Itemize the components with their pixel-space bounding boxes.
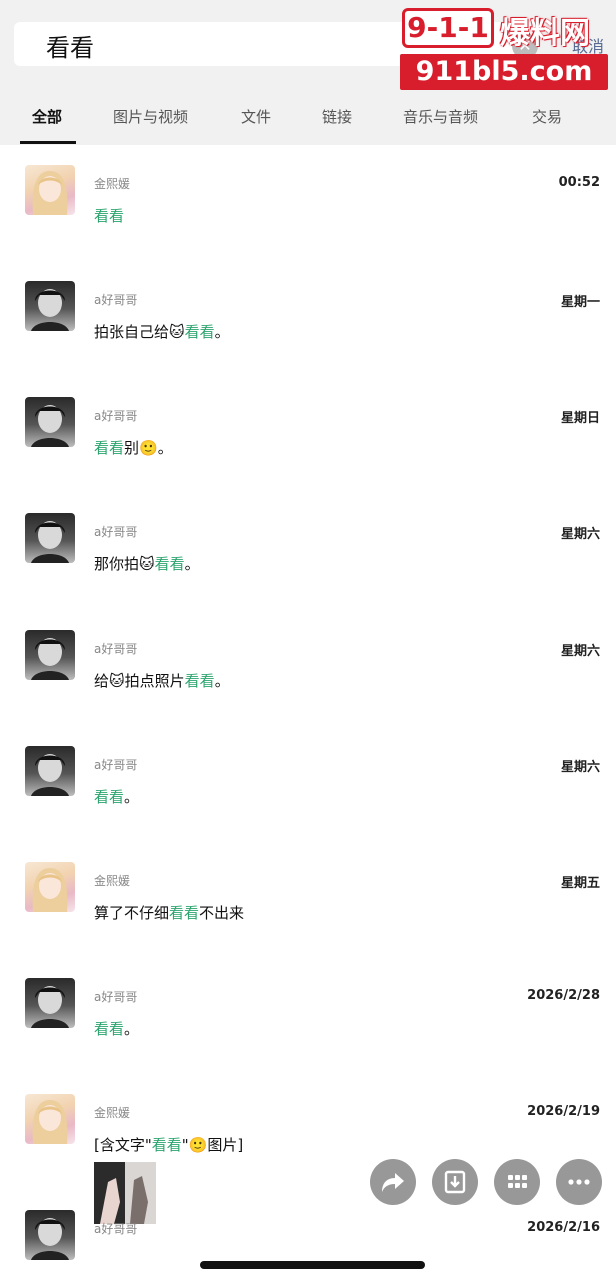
sender-name: a好哥哥	[94, 1222, 138, 1236]
share-button[interactable]	[370, 1159, 416, 1205]
search-result-row[interactable]: 金熙媛 00:52 看看	[0, 145, 616, 261]
filter-tabs: 全部 图片与视频 文件 链接 音乐与音频 交易	[0, 96, 616, 144]
message-text: 拍点照片	[124, 672, 185, 690]
search-result-row[interactable]: a好哥哥 星期六那你拍🐱看看。	[0, 493, 616, 609]
message-time: 星期六	[560, 760, 600, 775]
grid-icon	[508, 1175, 527, 1188]
message-snippet: [含文字"看看"🙂图片]	[94, 1134, 243, 1155]
watermark-tag: 9-1-1	[402, 8, 494, 48]
keyword-highlight: 看看	[94, 1020, 125, 1038]
sender-name: 金熙媛	[94, 1106, 131, 1120]
keyword-highlight: 看看	[94, 439, 125, 457]
search-result-row[interactable]: 金熙媛 星期五算了不仔细看看不出来	[0, 842, 616, 958]
save-icon	[444, 1170, 466, 1194]
avatar[interactable]	[25, 281, 75, 331]
sender-name: 金熙媛	[94, 874, 131, 888]
message-text: 图片]	[207, 1136, 244, 1154]
search-result-row[interactable]: a好哥哥 星期六给🐱拍点照片看看。	[0, 610, 616, 726]
tab-files[interactable]: 文件	[241, 106, 271, 127]
keyword-highlight: 看看	[154, 555, 185, 573]
save-button[interactable]	[432, 1159, 478, 1205]
message-text: 。	[214, 672, 230, 690]
message-time: 00:52	[558, 175, 600, 190]
watermark-logo: 9-1-1 爆料网 911bl5.com	[396, 6, 612, 90]
avatar[interactable]	[25, 862, 75, 912]
message-text: 算了不仔细	[94, 904, 170, 922]
message-text: 给	[94, 672, 110, 690]
sender-name: a好哥哥	[94, 642, 138, 656]
message-text: 。	[157, 439, 173, 457]
keyword-highlight: 看看	[151, 1136, 182, 1154]
message-text: 。	[184, 555, 200, 573]
message-snippet: 看看	[94, 205, 124, 226]
keyword-highlight: 看看	[94, 788, 125, 806]
avatar[interactable]	[25, 978, 75, 1028]
message-text: 拍张自己给	[94, 323, 170, 341]
avatar[interactable]	[25, 165, 75, 215]
message-snippet: 拍张自己给🐱看看。	[94, 321, 230, 342]
message-snippet: 看看别🙂。	[94, 437, 173, 458]
keyword-highlight: 看看	[169, 904, 200, 922]
tab-transactions[interactable]: 交易	[532, 106, 562, 127]
message-snippet: 算了不仔细看看不出来	[94, 902, 244, 923]
sender-name: a好哥哥	[94, 525, 138, 539]
avatar[interactable]	[25, 1210, 75, 1260]
message-snippet: 看看。	[94, 786, 139, 807]
keyword-highlight: 看看	[184, 672, 215, 690]
avatar[interactable]	[25, 746, 75, 796]
search-result-row[interactable]: a好哥哥 星期一拍张自己给🐱看看。	[0, 261, 616, 377]
search-query[interactable]: 看看	[46, 28, 94, 63]
search-result-row[interactable]: a好哥哥 星期六看看。	[0, 726, 616, 842]
share-icon	[382, 1173, 404, 1192]
message-text: 别	[124, 439, 140, 457]
tab-links[interactable]: 链接	[322, 106, 352, 127]
message-time: 2026/2/28	[527, 988, 600, 1003]
message-snippet: 那你拍🐱看看。	[94, 553, 200, 574]
emoji-icon: 🙂	[188, 1136, 208, 1154]
keyword-highlight: 看看	[184, 323, 215, 341]
sender-name: a好哥哥	[94, 409, 138, 423]
keyword-highlight: 看看	[94, 207, 125, 225]
search-result-row[interactable]: a好哥哥 2026/2/28 看看。	[0, 958, 616, 1074]
sender-name: a好哥哥	[94, 293, 138, 307]
home-indicator	[200, 1261, 425, 1269]
message-time: 星期六	[560, 527, 600, 542]
message-text: 。	[124, 1020, 140, 1038]
emoji-icon: 🐱	[109, 672, 125, 690]
message-time: 星期五	[560, 876, 600, 891]
message-time: 星期一	[560, 295, 600, 310]
more-icon	[568, 1179, 590, 1185]
message-time: 星期日	[560, 411, 600, 426]
watermark-name: 爆料网	[500, 16, 590, 51]
emoji-icon: 🐱	[169, 323, 185, 341]
sender-name: 金熙媛	[94, 177, 131, 191]
message-time: 2026/2/16	[527, 1220, 600, 1235]
active-tab-indicator	[20, 141, 76, 144]
more-button[interactable]	[556, 1159, 602, 1205]
tab-all[interactable]: 全部	[32, 106, 62, 127]
avatar[interactable]	[25, 513, 75, 563]
avatar[interactable]	[25, 397, 75, 447]
message-text: 那你拍	[94, 555, 140, 573]
message-text: 。	[214, 323, 230, 341]
message-text: 。	[124, 788, 140, 806]
emoji-icon: 🐱	[139, 555, 155, 573]
avatar[interactable]	[25, 1094, 75, 1144]
sender-name: a好哥哥	[94, 758, 138, 772]
emoji-icon: 🙂	[139, 439, 158, 457]
message-snippet: 看看。	[94, 1018, 139, 1039]
tab-music-audio[interactable]: 音乐与音频	[403, 106, 478, 127]
message-time: 星期六	[560, 644, 600, 659]
message-text: 不出来	[199, 904, 245, 922]
avatar[interactable]	[25, 630, 75, 680]
message-text: [含文字"	[94, 1136, 152, 1154]
tab-photos-videos[interactable]: 图片与视频	[113, 106, 188, 127]
grid-button[interactable]	[494, 1159, 540, 1205]
watermark-url: 911bl5.com	[400, 54, 608, 90]
sender-name: a好哥哥	[94, 990, 138, 1004]
message-snippet: 给🐱拍点照片看看。	[94, 670, 230, 691]
message-text: "	[181, 1136, 189, 1154]
search-result-row[interactable]: a好哥哥 星期日看看别🙂。	[0, 377, 616, 493]
message-time: 2026/2/19	[527, 1104, 600, 1119]
